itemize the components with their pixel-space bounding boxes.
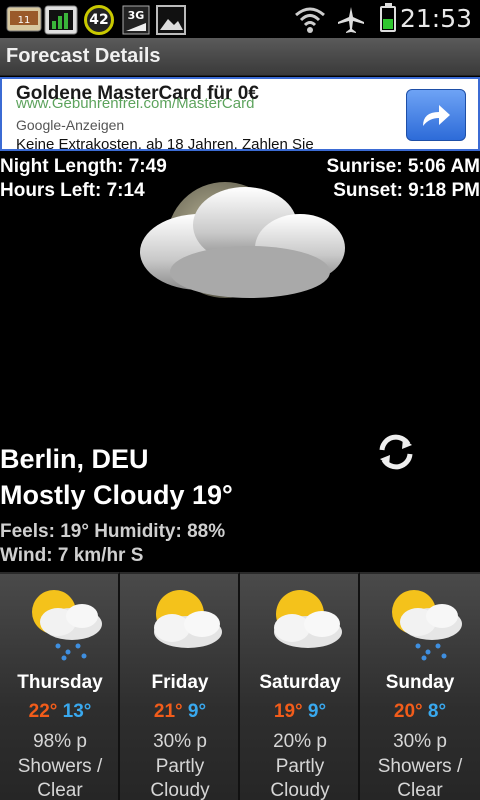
refresh-icon: [379, 434, 413, 470]
forecast-desc-line: Cloudy: [150, 780, 210, 800]
title-bar: Forecast Details: [0, 38, 480, 76]
sun-cloud-rain-icon: [382, 582, 466, 666]
forecast-day[interactable]: Friday 21° 9° 30% p Partly Cloudy: [120, 572, 240, 800]
forecast-strip: Thursday 22° 13° 98% p Showers / Clear Fr…: [0, 572, 480, 800]
forecast-description: Showers / Clear: [0, 755, 120, 800]
forecast-day-name: Thursday: [17, 672, 103, 693]
ad-source: Google-Anzeigen: [16, 117, 125, 133]
status-bar: 11 42 3G 21:53: [0, 0, 480, 38]
forecast-description: Partly Cloudy: [120, 755, 240, 800]
forecast-precip: 30% p: [153, 731, 207, 752]
forecast-desc-line: Showers /: [377, 756, 463, 777]
forecast-low: 9°: [307, 701, 327, 722]
refresh-button[interactable]: [374, 430, 418, 474]
battery-fill: [383, 19, 393, 29]
forecast-temps: 20° 8°: [360, 701, 480, 723]
forecast-high: 20°: [393, 701, 423, 722]
chart-icon: [44, 5, 78, 39]
forecast-desc-line: Cloudy: [270, 780, 330, 800]
forecast-desc-line: Partly: [275, 756, 325, 777]
forecast-low: 13°: [62, 701, 92, 722]
partly-cloudy-icon: [262, 582, 346, 666]
share-arrow-icon: [423, 105, 450, 126]
sunset: Sunset: 9:18 PM: [333, 180, 480, 201]
ad-body: Keine Extrakosten, ab 18 Jahren, Zahlen …: [16, 136, 314, 151]
forecast-temps: 22° 13°: [0, 701, 120, 723]
ad-open-button[interactable]: [406, 89, 466, 141]
wifi-icon: [294, 5, 326, 39]
forecast-desc-line: Showers /: [17, 756, 103, 777]
forecast-day[interactable]: Thursday 22° 13° 98% p Showers / Clear: [0, 572, 120, 800]
forecast-day-name: Friday: [151, 672, 209, 693]
image-icon: [156, 5, 186, 39]
sun-cloud-rain-icon: [22, 582, 106, 666]
forecast-day[interactable]: Saturday 19° 9° 20% p Partly Cloudy: [240, 572, 360, 800]
current-condition: Mostly Cloudy 19°: [0, 480, 233, 510]
forecast-desc-line: Clear: [397, 780, 443, 800]
feels-humidity: Feels: 19° Humidity: 88%: [0, 521, 226, 542]
ad-headline[interactable]: Goldene MasterCard für 0€: [16, 83, 259, 105]
3g-data-icon: 3G: [122, 5, 150, 39]
clock: 21:53: [399, 4, 472, 33]
forecast-desc-line: Clear: [37, 780, 83, 800]
svg-text:11: 11: [18, 15, 31, 26]
forecast-day-name: Saturday: [259, 672, 341, 693]
wind: Wind: 7 km/hr S: [0, 545, 144, 566]
forecast-temps: 19° 9°: [240, 701, 360, 723]
ad-banner[interactable]: www.Gebuhrenfrei.com/MasterCard Goldene …: [0, 77, 480, 151]
forecast-precip: 20% p: [273, 731, 327, 752]
forecast-high: 21°: [153, 701, 183, 722]
forecast-temps: 21° 9°: [120, 701, 240, 723]
forecast-high: 19°: [273, 701, 303, 722]
forecast-day-name: Sunday: [385, 672, 455, 693]
forecast-precip: 98% p: [33, 731, 87, 752]
partly-cloudy-icon: [142, 582, 226, 666]
location: Berlin, DEU: [0, 444, 149, 474]
forecast-high: 22°: [28, 701, 58, 722]
night-mostly-cloudy-icon: [130, 180, 350, 310]
forecast-precip: 30% p: [393, 731, 447, 752]
hours-left: Hours Left: 7:14: [0, 180, 145, 201]
notification-app-icon: 11: [6, 5, 42, 37]
page-title: Forecast Details: [6, 45, 161, 67]
forecast-description: Showers / Clear: [360, 755, 480, 800]
forecast-low: 8°: [427, 701, 447, 722]
badge-number: 42: [89, 12, 109, 28]
airplane-mode-icon: [336, 5, 366, 39]
night-length: Night Length: 7:49: [0, 156, 167, 177]
sunrise: Sunrise: 5:06 AM: [326, 156, 480, 177]
forecast-desc-line: Partly: [155, 756, 205, 777]
forecast-low: 9°: [187, 701, 207, 722]
network-label: 3G: [128, 9, 145, 22]
forecast-day[interactable]: Sunday 20° 8° 30% p Showers / Clear: [360, 572, 480, 800]
battery-icon: [380, 3, 396, 32]
badge-icon: 42: [84, 5, 114, 35]
forecast-description: Partly Cloudy: [240, 755, 360, 800]
